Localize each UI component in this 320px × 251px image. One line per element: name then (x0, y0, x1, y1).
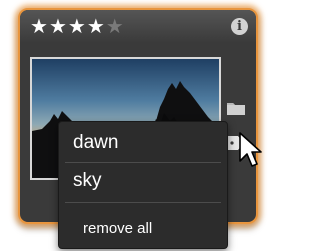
tag-context-menu: dawn sky remove all (58, 121, 228, 249)
menu-item-dawn[interactable]: dawn (59, 124, 227, 162)
menu-item-sky[interactable]: sky (59, 162, 227, 200)
star-icon[interactable]: ★ (68, 16, 87, 38)
info-icon[interactable]: i (231, 18, 248, 35)
pointer-cursor-icon (239, 132, 262, 167)
card-header: ★★★★★ i (20, 10, 256, 42)
star-icon[interactable]: ★ (87, 16, 106, 38)
folder-icon[interactable] (226, 100, 246, 116)
star-rating[interactable]: ★★★★★ (30, 14, 125, 39)
star-icon[interactable]: ★ (49, 16, 68, 38)
star-icon[interactable]: ★ (30, 16, 49, 38)
remove-all-button[interactable]: remove all (59, 215, 227, 243)
menu-divider (65, 202, 221, 203)
star-icon[interactable]: ★ (106, 16, 125, 38)
